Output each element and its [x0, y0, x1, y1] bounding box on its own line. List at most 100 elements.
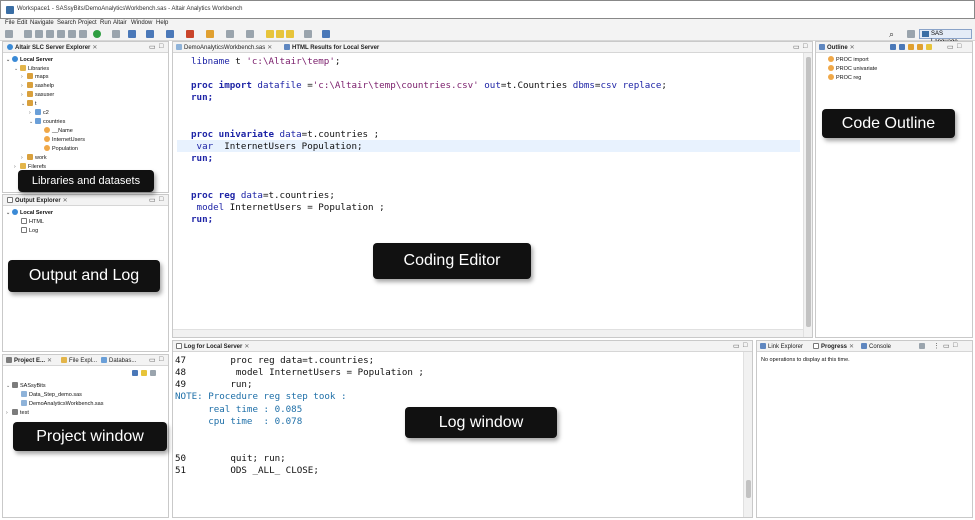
collapse-all-icon[interactable]: [132, 370, 138, 376]
close-icon[interactable]: ✕: [850, 45, 855, 51]
editor-vertical-scrollbar[interactable]: [803, 53, 812, 337]
maximize-icon[interactable]: □: [159, 356, 163, 363]
tree-dataset-countries[interactable]: ⌄ countries: [29, 118, 65, 125]
link-editor-icon[interactable]: [141, 370, 147, 376]
tree-project-file[interactable]: DemoAnalyticsWorkbench.sas: [21, 400, 103, 407]
menu-navigate[interactable]: Navigate: [30, 20, 54, 26]
tab-database[interactable]: Databas...: [101, 357, 136, 364]
paste-icon[interactable]: [68, 30, 76, 38]
menu-window[interactable]: Window: [131, 20, 152, 26]
menu-run[interactable]: Run: [100, 20, 111, 26]
tab-server-explorer[interactable]: Altair SLC Server Explorer ✕: [7, 44, 97, 51]
close-icon[interactable]: ✕: [849, 344, 854, 350]
tree-column-internetusers[interactable]: InternetUsers: [44, 136, 85, 143]
tab-outline[interactable]: Outline ✕: [819, 44, 855, 51]
external-icon[interactable]: [322, 30, 330, 38]
outline-item[interactable]: PROC import: [828, 56, 869, 63]
tree-library-sashelp[interactable]: › sashelp: [21, 82, 54, 89]
menu-help[interactable]: Help: [156, 20, 168, 26]
tree-dataset-c2[interactable]: › c2: [29, 109, 49, 116]
minimize-icon[interactable]: ▭: [149, 43, 156, 51]
tree-output-html[interactable]: HTML: [21, 218, 44, 225]
tab-sas-file[interactable]: DemoAnalyticsWorkbench.sas ✕: [176, 44, 272, 51]
close-icon[interactable]: ✕: [244, 344, 249, 350]
close-icon[interactable]: ✕: [47, 358, 52, 364]
save-all-icon[interactable]: [35, 30, 43, 38]
back-icon[interactable]: [286, 30, 294, 38]
maximize-icon[interactable]: □: [803, 43, 807, 50]
tab-link-explorer[interactable]: Link Explorer: [760, 343, 803, 350]
menu-search[interactable]: Search: [57, 20, 76, 26]
tree-library-sasuser[interactable]: › sasuser: [21, 91, 54, 98]
cut-icon[interactable]: [79, 30, 87, 38]
minimize-icon[interactable]: ▭: [793, 43, 800, 51]
tab-progress[interactable]: Progress ✕: [813, 343, 854, 350]
minimize-icon[interactable]: ▭: [149, 196, 156, 204]
close-icon[interactable]: ✕: [63, 198, 68, 204]
log-vertical-scrollbar[interactable]: [743, 352, 752, 517]
debug-icon[interactable]: [186, 30, 194, 38]
tab-console[interactable]: Console: [861, 343, 891, 350]
scroll-thumb[interactable]: [806, 57, 811, 327]
tab-output-explorer[interactable]: Output Explorer ✕: [7, 197, 68, 204]
new-icon[interactable]: [5, 30, 13, 38]
stop-icon[interactable]: [112, 30, 120, 38]
maximize-icon[interactable]: □: [743, 342, 747, 349]
outline-item[interactable]: PROC univariate: [828, 65, 877, 72]
menu-altair[interactable]: Altair: [113, 20, 127, 26]
wand-icon[interactable]: [206, 30, 214, 38]
tree-column-population[interactable]: Population: [44, 145, 78, 152]
maximize-icon[interactable]: □: [159, 43, 163, 50]
hide-icon[interactable]: [908, 44, 914, 50]
remove-all-icon[interactable]: [919, 343, 925, 349]
next-edit-icon[interactable]: [276, 30, 284, 38]
minimize-icon[interactable]: ▭: [733, 342, 740, 350]
marker-icon[interactable]: [246, 30, 254, 38]
search-icon[interactable]: ⌕: [889, 29, 894, 39]
server-icon[interactable]: [166, 30, 174, 38]
minimize-icon[interactable]: ▭: [947, 43, 954, 51]
tree-libraries[interactable]: ⌄ Libraries: [14, 65, 49, 72]
tree-project-file[interactable]: Data_Step_demo.sas: [21, 391, 82, 398]
perspective-switcher[interactable]: SAS Language: [919, 29, 972, 45]
run-icon[interactable]: [93, 30, 101, 38]
maximize-icon[interactable]: □: [957, 43, 961, 50]
tree-local-server[interactable]: ⌄ Local Server: [6, 56, 53, 63]
editor-horizontal-scrollbar[interactable]: [173, 329, 803, 337]
dataset-icon[interactable]: [128, 30, 136, 38]
copy-icon[interactable]: [57, 30, 65, 38]
tree-library-work[interactable]: › work: [21, 154, 47, 161]
maximize-icon[interactable]: □: [159, 196, 163, 203]
collapse-icon[interactable]: [917, 44, 923, 50]
tab-html-results[interactable]: HTML Results for Local Server: [284, 44, 379, 51]
close-icon[interactable]: ✕: [267, 45, 272, 51]
prev-edit-icon[interactable]: [266, 30, 274, 38]
menu-project[interactable]: Project: [78, 20, 97, 26]
scroll-thumb[interactable]: [746, 480, 751, 498]
save-icon[interactable]: [24, 30, 32, 38]
tree-project-root[interactable]: ⌄ SASsyBits: [6, 382, 46, 389]
view-menu-icon[interactable]: ⋮: [933, 342, 940, 350]
code-area[interactable]: libname t 'c:\Altair\temp'; proc import …: [177, 54, 800, 327]
tab-log[interactable]: Log for Local Server ✕: [176, 343, 249, 350]
tree-column-name[interactable]: __Name: [44, 127, 73, 134]
menu-file[interactable]: File: [5, 20, 15, 26]
menu-edit[interactable]: Edit: [17, 20, 27, 26]
forward-icon[interactable]: [304, 30, 312, 38]
view-menu-icon[interactable]: [150, 370, 156, 376]
link-icon[interactable]: [926, 44, 932, 50]
tree-library-maps[interactable]: › maps: [21, 73, 48, 80]
task-icon[interactable]: [226, 30, 234, 38]
maximize-icon[interactable]: □: [953, 342, 957, 349]
minimize-icon[interactable]: ▭: [149, 356, 156, 364]
results-icon[interactable]: [146, 30, 154, 38]
tree-filerefs[interactable]: › Filerefs: [14, 163, 46, 170]
close-icon[interactable]: ✕: [92, 45, 97, 51]
tab-file-explorer[interactable]: File Expl...: [61, 357, 97, 364]
filter-icon[interactable]: [899, 44, 905, 50]
tree-library-t[interactable]: ⌄ t: [21, 100, 37, 107]
tab-project-explorer[interactable]: Project E... ✕: [6, 357, 52, 364]
tree-output-server[interactable]: ⌄ Local Server: [6, 209, 53, 216]
minimize-icon[interactable]: ▭: [943, 342, 950, 350]
open-perspective-icon[interactable]: [907, 30, 915, 38]
